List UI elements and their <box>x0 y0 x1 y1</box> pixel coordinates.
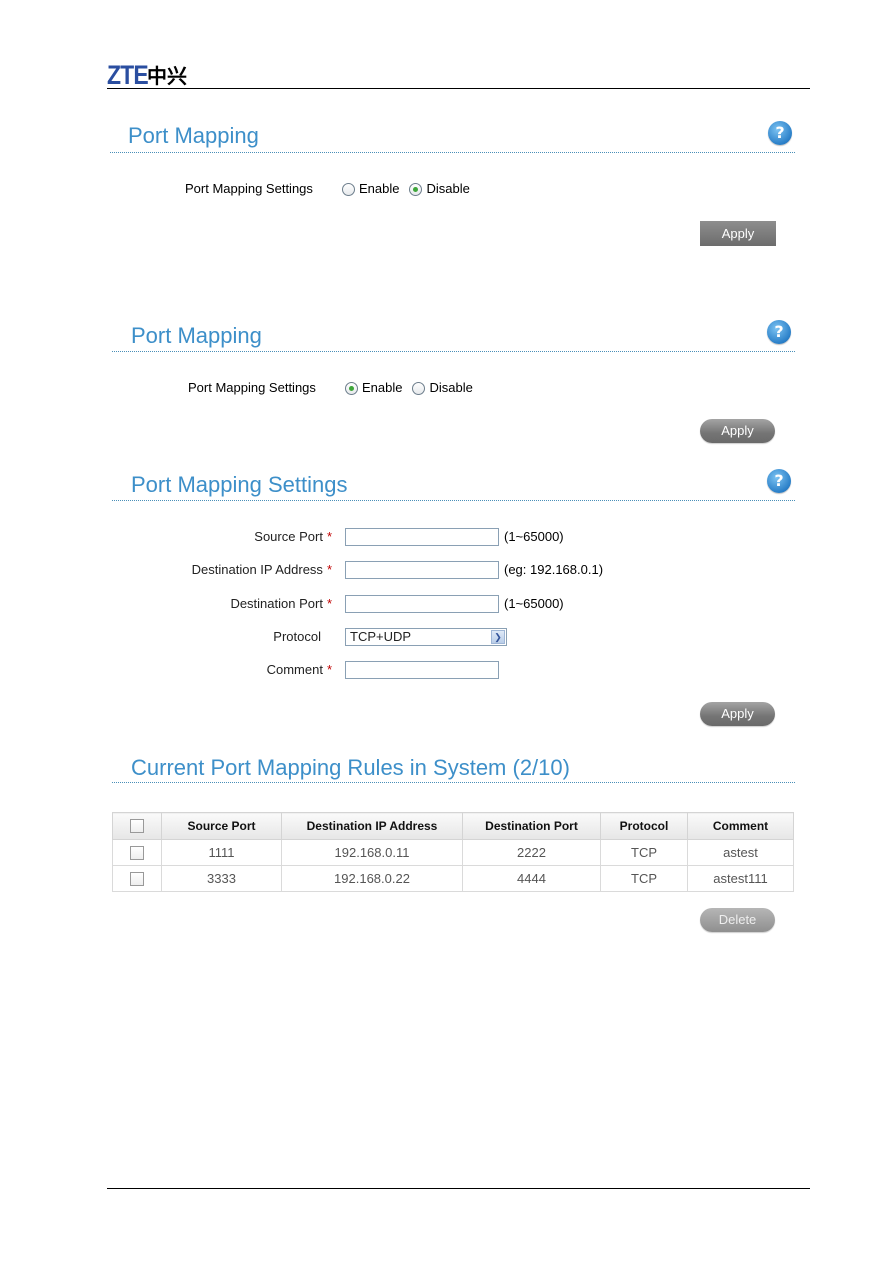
section2-apply-button[interactable]: Apply <box>700 419 775 443</box>
column-header[interactable]: Destination IP Address <box>281 812 463 840</box>
section1-title: Port Mapping <box>128 123 259 148</box>
dest-port-label: Destination Port * <box>230 596 332 611</box>
dest-port-cell: 2222 <box>462 839 601 866</box>
footer-rule <box>107 1188 810 1189</box>
help-icon[interactable]: ? <box>767 320 791 344</box>
section3-title: Port Mapping Settings <box>131 472 348 497</box>
column-header[interactable]: Destination Port <box>462 812 601 840</box>
dest-port-cell: 4444 <box>462 865 601 892</box>
section3-apply-button[interactable]: Apply <box>700 702 775 726</box>
dest-port-input[interactable] <box>345 595 499 613</box>
table-row: 3333 192.168.0.22 4444 TCP astest111 <box>112 865 794 892</box>
comment-input[interactable] <box>345 661 499 679</box>
section4-title: Current Port Mapping Rules in System (2/… <box>131 755 570 780</box>
required-mark: * <box>326 662 332 677</box>
dest-port-hint: (1~65000) <box>504 596 564 611</box>
table-row: 1111 192.168.0.11 2222 TCP astest <box>112 839 794 866</box>
zte-logo: ZTE 中兴 <box>107 60 187 90</box>
section1-divider <box>110 152 795 153</box>
section1-apply-button[interactable]: Apply <box>700 221 776 246</box>
header-rule <box>107 88 810 89</box>
row-select-cell <box>112 839 162 866</box>
section1-disable-option[interactable]: Disable <box>409 181 470 197</box>
comment-cell: astest <box>687 839 794 866</box>
protocol-select[interactable]: TCP+UDP ❯ <box>345 628 507 646</box>
section2-divider <box>112 351 795 352</box>
dest-ip-input[interactable] <box>345 561 499 579</box>
required-mark: * <box>326 562 332 577</box>
comment-cell: astest111 <box>687 865 794 892</box>
protocol-label: Protocol <box>273 629 321 644</box>
source-port-cell: 1111 <box>161 839 282 866</box>
table-header-row: Source Port Destination IP Address Desti… <box>112 812 794 840</box>
rules-table: Source Port Destination IP Address Desti… <box>112 812 794 892</box>
section3-divider <box>112 500 795 501</box>
dest-ip-hint: (eg: 192.168.0.1) <box>504 562 604 577</box>
section1-enable-option[interactable]: Enable <box>342 181 399 197</box>
disable-label: Disable <box>429 380 473 395</box>
source-port-label: Source Port * <box>254 529 332 544</box>
select-all-cell <box>112 812 162 840</box>
protocol-cell: TCP <box>600 865 688 892</box>
section1-settings-label: Port Mapping Settings <box>185 181 313 196</box>
section2-settings-label: Port Mapping Settings <box>188 380 316 395</box>
logo-cn-text: 中兴 <box>147 64 187 88</box>
required-mark: * <box>326 529 332 544</box>
section2-title: Port Mapping <box>131 323 262 348</box>
column-header[interactable]: Protocol <box>600 812 688 840</box>
source-port-input[interactable] <box>345 528 499 546</box>
help-icon[interactable]: ? <box>768 121 792 145</box>
delete-button[interactable]: Delete <box>700 908 775 932</box>
dest-ip-cell: 192.168.0.11 <box>281 839 463 866</box>
protocol-value: TCP+UDP <box>350 629 412 644</box>
comment-label: Comment * <box>266 662 332 677</box>
help-icon[interactable]: ? <box>767 469 791 493</box>
row-select-cell <box>112 865 162 892</box>
select-all-checkbox[interactable] <box>130 819 144 834</box>
row-checkbox[interactable] <box>130 846 144 861</box>
column-header[interactable]: Source Port <box>161 812 282 840</box>
disable-radio[interactable] <box>409 182 423 196</box>
source-port-hint: (1~65000) <box>504 529 564 544</box>
chevron-down-icon[interactable]: ❯ <box>491 630 505 644</box>
dest-ip-cell: 192.168.0.22 <box>281 865 463 892</box>
section1-radio-group: Enable Disable <box>342 181 480 197</box>
disable-radio[interactable] <box>412 381 426 395</box>
source-port-cell: 3333 <box>161 865 282 892</box>
enable-label: Enable <box>362 380 403 395</box>
dest-ip-label: Destination IP Address * <box>191 562 332 577</box>
enable-label: Enable <box>359 181 400 196</box>
enable-radio[interactable] <box>345 381 358 395</box>
row-checkbox[interactable] <box>130 872 144 887</box>
disable-label: Disable <box>426 181 470 196</box>
column-header[interactable]: Comment <box>687 812 794 840</box>
section2-disable-option[interactable]: Disable <box>412 380 473 396</box>
protocol-cell: TCP <box>600 839 688 866</box>
required-mark: * <box>326 596 332 611</box>
section2-enable-option[interactable]: Enable <box>345 380 402 396</box>
enable-radio[interactable] <box>342 182 355 196</box>
section2-radio-group: Enable Disable <box>345 380 483 396</box>
logo-text: ZTE <box>107 60 149 90</box>
section4-divider <box>112 782 795 783</box>
